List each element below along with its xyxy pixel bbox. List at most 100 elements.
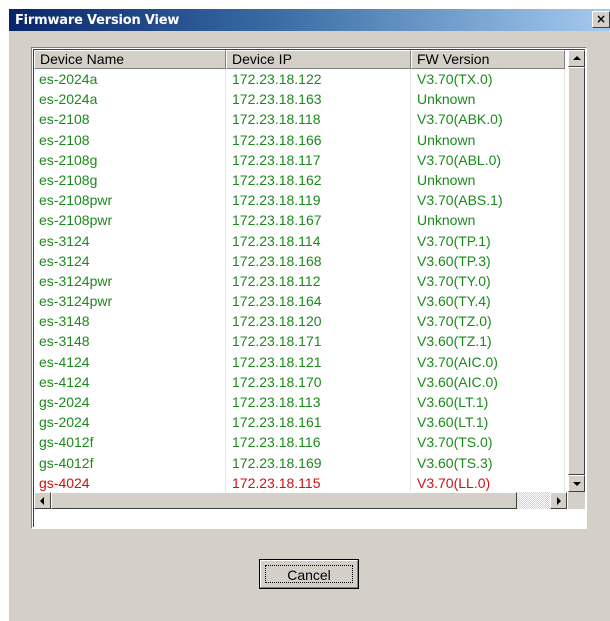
table-row[interactable]: gs-4012f 172.23.18.116 V3.70(TS.0) bbox=[34, 432, 565, 453]
table-body: es-2024a 172.23.18.122 V3.70(TX.0) es-2024a… bbox=[34, 69, 565, 493]
fw-version-cell: V3.70(TY.0) bbox=[411, 270, 565, 292]
device-ip-cell: 172.23.18.167 bbox=[226, 210, 411, 231]
device-name-cell: es-3148 bbox=[34, 311, 226, 332]
device-table-viewport: Device Name Device IP FW Version es-2024… bbox=[33, 49, 585, 527]
firmware-version-dialog: Firmware Version View × Device Name Devi… bbox=[8, 8, 610, 621]
device-name-cell: gs-2024 bbox=[34, 392, 226, 413]
device-name-cell: es-2108pwr bbox=[34, 190, 226, 211]
device-name-cell: gs-4012f bbox=[34, 432, 226, 453]
close-button[interactable]: × bbox=[592, 11, 610, 28]
cancel-button[interactable]: Cancel bbox=[259, 559, 359, 589]
table-row[interactable]: es-3124 172.23.18.168 V3.60(TP.3) bbox=[34, 250, 565, 271]
fw-version-cell: Unknown bbox=[411, 210, 565, 231]
device-ip-cell: 172.23.18.116 bbox=[226, 432, 411, 453]
device-name-cell: es-4124 bbox=[34, 351, 226, 372]
device-name-cell: es-3124pwr bbox=[34, 270, 226, 292]
device-ip-cell: 172.23.18.164 bbox=[226, 291, 411, 312]
fw-version-cell: V3.70(TS.0) bbox=[411, 432, 565, 453]
cancel-button-bevel: Cancel bbox=[260, 560, 358, 588]
device-name-cell: gs-2024 bbox=[34, 412, 226, 433]
device-name-cell: es-2024a bbox=[34, 69, 226, 90]
device-ip-cell: 172.23.18.162 bbox=[226, 169, 411, 191]
horizontal-scrollbar[interactable] bbox=[34, 492, 567, 509]
fw-version-cell: V3.70(AIC.0) bbox=[411, 351, 565, 372]
table-row[interactable]: es-2108pwr 172.23.18.167 Unknown bbox=[34, 210, 565, 231]
device-name-cell: es-4124 bbox=[34, 371, 226, 392]
device-ip-cell: 172.23.18.170 bbox=[226, 371, 411, 392]
table-header: Device Name Device IP FW Version bbox=[34, 50, 565, 69]
table-row[interactable]: gs-2024 172.23.18.113 V3.60(LT.1) bbox=[34, 392, 565, 413]
table-row[interactable]: es-3148 172.23.18.171 V3.60(TZ.1) bbox=[34, 331, 565, 352]
device-name-cell: es-3124pwr bbox=[34, 291, 226, 312]
arrow-up-icon bbox=[573, 56, 581, 60]
arrow-down-icon bbox=[573, 482, 581, 486]
scroll-down-button[interactable] bbox=[568, 475, 585, 492]
close-icon: × bbox=[595, 12, 607, 26]
table-row[interactable]: gs-4024 172.23.18.115 V3.70(LL.0) bbox=[34, 472, 565, 493]
fw-version-cell: Unknown bbox=[411, 169, 565, 191]
column-header-fw-version[interactable]: FW Version bbox=[411, 50, 565, 69]
fw-version-cell: V3.60(TY.4) bbox=[411, 291, 565, 312]
device-name-cell: es-2108g bbox=[34, 169, 226, 191]
vertical-scrollbar[interactable] bbox=[568, 50, 585, 492]
table-row[interactable]: es-2108pwr 172.23.18.119 V3.70(ABS.1) bbox=[34, 190, 565, 211]
device-ip-cell: 172.23.18.115 bbox=[226, 472, 411, 493]
device-ip-cell: 172.23.18.119 bbox=[226, 190, 411, 211]
table-row[interactable]: es-3148 172.23.18.120 V3.70(TZ.0) bbox=[34, 311, 565, 332]
table-row[interactable]: es-4124 172.23.18.170 V3.60(AIC.0) bbox=[34, 371, 565, 392]
dialog-title: Firmware Version View bbox=[15, 13, 180, 28]
fw-version-cell: V3.60(TS.3) bbox=[411, 452, 565, 473]
table-row[interactable]: es-3124pwr 172.23.18.112 V3.70(TY.0) bbox=[34, 270, 565, 292]
scroll-up-button[interactable] bbox=[568, 50, 585, 67]
scroll-left-button[interactable] bbox=[34, 492, 51, 509]
fw-version-cell: V3.70(ABL.0) bbox=[411, 149, 565, 170]
fw-version-cell: V3.60(TP.3) bbox=[411, 250, 565, 271]
table-row[interactable]: es-3124pwr 172.23.18.164 V3.60(TY.4) bbox=[34, 291, 565, 312]
cancel-button-label: Cancel bbox=[265, 565, 353, 583]
table-row[interactable]: es-2024a 172.23.18.122 V3.70(TX.0) bbox=[34, 69, 565, 90]
table-row[interactable]: es-2108g 172.23.18.162 Unknown bbox=[34, 169, 565, 191]
device-ip-cell: 172.23.18.161 bbox=[226, 412, 411, 433]
device-ip-cell: 172.23.18.121 bbox=[226, 351, 411, 372]
column-header-device-ip[interactable]: Device IP bbox=[226, 50, 411, 69]
device-table: Device Name Device IP FW Version es-2024… bbox=[31, 47, 587, 529]
table-row[interactable]: es-3124 172.23.18.114 V3.70(TP.1) bbox=[34, 230, 565, 251]
arrow-right-icon bbox=[557, 497, 561, 505]
fw-version-cell: V3.70(ABS.1) bbox=[411, 190, 565, 211]
fw-version-cell: V3.60(TZ.1) bbox=[411, 331, 565, 352]
device-ip-cell: 172.23.18.118 bbox=[226, 109, 411, 130]
scrollbar-corner bbox=[568, 492, 585, 509]
table-row[interactable]: es-2108g 172.23.18.117 V3.70(ABL.0) bbox=[34, 149, 565, 170]
table-row[interactable]: es-2024a 172.23.18.163 Unknown bbox=[34, 89, 565, 110]
device-ip-cell: 172.23.18.113 bbox=[226, 392, 411, 413]
device-name-cell: es-2108g bbox=[34, 149, 226, 170]
device-ip-cell: 172.23.18.163 bbox=[226, 89, 411, 110]
fw-version-cell: Unknown bbox=[411, 89, 565, 110]
title-bar[interactable]: Firmware Version View × bbox=[9, 9, 610, 31]
fw-version-cell: V3.70(TX.0) bbox=[411, 69, 565, 90]
arrow-left-icon bbox=[40, 497, 44, 505]
device-name-cell: gs-4024 bbox=[34, 472, 226, 493]
fw-version-cell: V3.60(LT.1) bbox=[411, 412, 565, 433]
table-row[interactable]: es-4124 172.23.18.121 V3.70(AIC.0) bbox=[34, 351, 565, 372]
device-name-cell: es-3148 bbox=[34, 331, 226, 352]
fw-version-cell: V3.70(TP.1) bbox=[411, 230, 565, 251]
device-name-cell: es-3124 bbox=[34, 250, 226, 271]
vertical-scroll-thumb[interactable] bbox=[568, 67, 585, 475]
device-ip-cell: 172.23.18.112 bbox=[226, 270, 411, 292]
fw-version-cell: V3.60(LT.1) bbox=[411, 392, 565, 413]
table-row[interactable]: gs-2024 172.23.18.161 V3.60(LT.1) bbox=[34, 412, 565, 433]
device-ip-cell: 172.23.18.114 bbox=[226, 230, 411, 251]
table-row[interactable]: es-2108 172.23.18.166 Unknown bbox=[34, 129, 565, 150]
device-ip-cell: 172.23.18.168 bbox=[226, 250, 411, 271]
column-header-device-name[interactable]: Device Name bbox=[34, 50, 226, 69]
table-row[interactable]: gs-4012f 172.23.18.169 V3.60(TS.3) bbox=[34, 452, 565, 473]
device-ip-cell: 172.23.18.166 bbox=[226, 129, 411, 150]
table-row[interactable]: es-2108 172.23.18.118 V3.70(ABK.0) bbox=[34, 109, 565, 130]
fw-version-cell: V3.70(ABK.0) bbox=[411, 109, 565, 130]
device-name-cell: es-2108 bbox=[34, 109, 226, 130]
device-ip-cell: 172.23.18.117 bbox=[226, 149, 411, 170]
device-ip-cell: 172.23.18.169 bbox=[226, 452, 411, 473]
horizontal-scroll-thumb[interactable] bbox=[51, 492, 517, 509]
scroll-right-button[interactable] bbox=[550, 492, 567, 509]
